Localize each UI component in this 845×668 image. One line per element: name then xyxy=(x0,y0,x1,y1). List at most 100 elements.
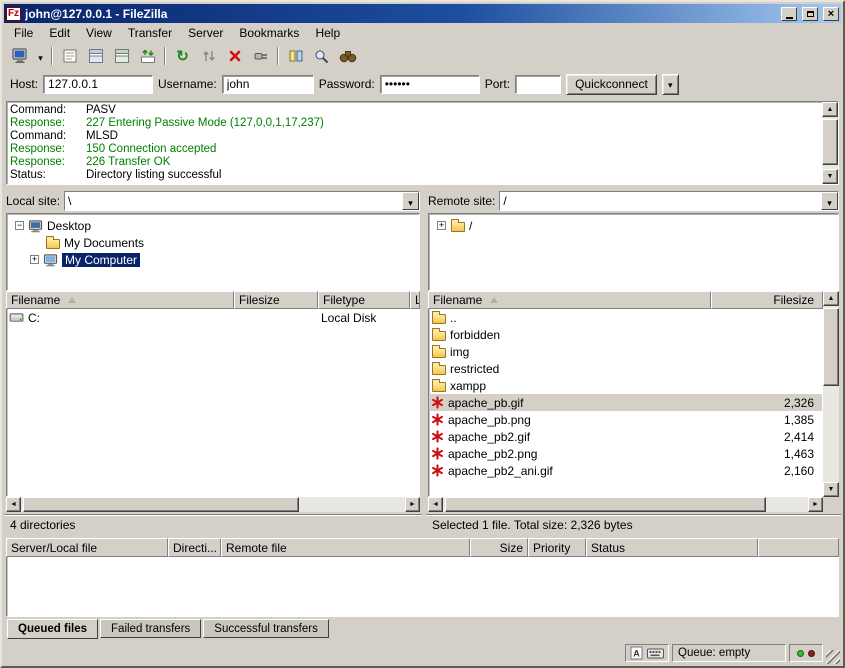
log-line: Response:226 Transfer OK xyxy=(10,156,819,169)
close-button[interactable]: × xyxy=(823,7,839,21)
tree-item-my-computer[interactable]: My Computer xyxy=(7,251,419,268)
cancel-operation-button[interactable] xyxy=(222,45,247,67)
column-header-lastmodified[interactable]: L xyxy=(410,291,420,309)
host-input[interactable] xyxy=(43,75,153,94)
remote-file-row[interactable]: img xyxy=(429,343,822,360)
remote-file-row[interactable]: restricted xyxy=(429,360,822,377)
maximize-button[interactable] xyxy=(802,7,818,21)
menu-help[interactable]: Help xyxy=(307,24,348,42)
scrollbar-thumb[interactable] xyxy=(822,119,838,165)
scrollbar-track[interactable] xyxy=(823,306,839,482)
arrow-up-icon xyxy=(827,106,834,113)
synchronized-browsing-button[interactable] xyxy=(309,45,334,67)
queue-column-remote-file[interactable]: Remote file xyxy=(221,538,470,557)
scroll-down-button[interactable] xyxy=(823,482,839,497)
remote-site-combo[interactable] xyxy=(499,191,839,211)
remote-file-row-selected[interactable]: apache_pb.gif2,326 xyxy=(429,394,822,411)
toggle-transfer-queue-button[interactable] xyxy=(135,45,160,67)
queue-column-size[interactable]: Size xyxy=(470,538,528,557)
local-file-row[interactable]: C: Local Disk xyxy=(7,309,419,326)
quickconnect-dropdown-button[interactable] xyxy=(662,74,679,95)
column-header-filename[interactable]: Filename xyxy=(428,291,711,309)
directory-comparison-button[interactable] xyxy=(283,45,308,67)
minimize-button[interactable] xyxy=(781,7,797,21)
remote-file-row[interactable]: xampp xyxy=(429,377,822,394)
queue-column-server-local-file[interactable]: Server/Local file xyxy=(6,538,168,557)
menu-edit[interactable]: Edit xyxy=(41,24,78,42)
remote-file-row[interactable]: .. xyxy=(429,309,822,326)
port-input[interactable] xyxy=(515,75,561,94)
tab-failed-transfers[interactable]: Failed transfers xyxy=(100,619,201,638)
toggle-local-tree-button[interactable] xyxy=(83,45,108,67)
scroll-up-button[interactable] xyxy=(823,291,839,306)
scrollbar-thumb[interactable] xyxy=(445,497,766,512)
local-site-dropdown-button[interactable] xyxy=(402,192,419,210)
column-header-label: Priority xyxy=(533,541,570,555)
disconnect-button[interactable] xyxy=(248,45,273,67)
file-name: apache_pb.gif xyxy=(448,396,523,410)
log-line-label: Command: xyxy=(10,130,86,143)
site-manager-button[interactable] xyxy=(8,45,33,67)
menu-transfer[interactable]: Transfer xyxy=(120,24,180,42)
expand-expander-icon[interactable] xyxy=(30,255,39,264)
collapse-expander-icon[interactable] xyxy=(15,221,24,230)
find-files-button[interactable] xyxy=(335,45,360,67)
queue-column-status[interactable]: Status xyxy=(586,538,758,557)
local-pane: Local site: Desktop My Documents xyxy=(4,189,422,535)
column-header-filename[interactable]: Filename xyxy=(6,291,234,309)
log-line-text: PASV xyxy=(86,104,116,116)
expand-expander-icon[interactable] xyxy=(437,221,446,230)
tree-item-desktop[interactable]: Desktop xyxy=(7,217,419,234)
scroll-left-button[interactable] xyxy=(6,497,21,512)
menu-file[interactable]: File xyxy=(6,24,41,42)
menu-server[interactable]: Server xyxy=(180,24,231,42)
title-bar[interactable]: Fz john@127.0.0.1 - FileZilla × xyxy=(4,4,841,23)
scroll-left-button[interactable] xyxy=(428,497,443,512)
remote-site-dropdown-button[interactable] xyxy=(821,192,838,210)
remote-file-row[interactable]: apache_pb2.gif2,414 xyxy=(429,428,822,445)
site-manager-dropdown-button[interactable] xyxy=(34,45,47,67)
tree-item-root[interactable]: / xyxy=(429,217,838,234)
queue-body[interactable] xyxy=(6,557,839,617)
remote-file-row[interactable]: apache_pb2.png1,463 xyxy=(429,445,822,462)
scrollbar-track[interactable] xyxy=(443,497,808,512)
menu-view[interactable]: View xyxy=(78,24,120,42)
scrollbar-track[interactable] xyxy=(21,497,405,512)
toggle-message-log-button[interactable] xyxy=(57,45,82,67)
local-horizontal-scrollbar[interactable] xyxy=(6,497,420,512)
log-line: Response:150 Connection accepted xyxy=(10,143,819,156)
refresh-button[interactable] xyxy=(170,45,195,67)
tab-queued-files[interactable]: Queued files xyxy=(7,619,98,639)
password-input[interactable] xyxy=(380,75,480,94)
queue-column-priority[interactable]: Priority xyxy=(528,538,586,557)
scroll-down-button[interactable] xyxy=(822,169,838,184)
local-site-combo[interactable] xyxy=(64,191,420,211)
scrollbar-track[interactable] xyxy=(822,117,838,169)
log-vertical-scrollbar[interactable] xyxy=(822,102,838,184)
process-queue-button[interactable] xyxy=(196,45,221,67)
queue-column-direction[interactable]: Directi... xyxy=(168,538,221,557)
remote-file-row[interactable]: forbidden xyxy=(429,326,822,343)
toggle-remote-tree-button[interactable] xyxy=(109,45,134,67)
scrollbar-thumb[interactable] xyxy=(23,497,299,512)
column-header-filesize[interactable]: Filesize xyxy=(234,291,318,309)
remote-file-row[interactable]: apache_pb2_ani.gif2,160 xyxy=(429,462,822,479)
column-header-filetype[interactable]: Filetype xyxy=(318,291,410,309)
remote-horizontal-scrollbar[interactable] xyxy=(428,497,823,512)
column-header-filesize[interactable]: Filesize xyxy=(711,291,823,309)
scroll-right-button[interactable] xyxy=(808,497,823,512)
scroll-right-button[interactable] xyxy=(405,497,420,512)
username-input[interactable] xyxy=(222,75,314,94)
scrollbar-thumb[interactable] xyxy=(823,308,839,386)
remote-site-label: Remote site: xyxy=(428,194,495,208)
scroll-up-button[interactable] xyxy=(822,102,838,117)
menu-bookmarks[interactable]: Bookmarks xyxy=(231,24,307,42)
remote-site-input[interactable] xyxy=(500,192,821,210)
tab-successful-transfers[interactable]: Successful transfers xyxy=(203,619,329,638)
remote-vertical-scrollbar[interactable] xyxy=(823,291,839,497)
local-site-input[interactable] xyxy=(65,192,402,210)
resize-grip[interactable] xyxy=(826,650,840,664)
quickconnect-button[interactable]: Quickconnect xyxy=(566,74,657,95)
tree-item-my-documents[interactable]: My Documents xyxy=(7,234,419,251)
remote-file-row[interactable]: apache_pb.png1,385 xyxy=(429,411,822,428)
